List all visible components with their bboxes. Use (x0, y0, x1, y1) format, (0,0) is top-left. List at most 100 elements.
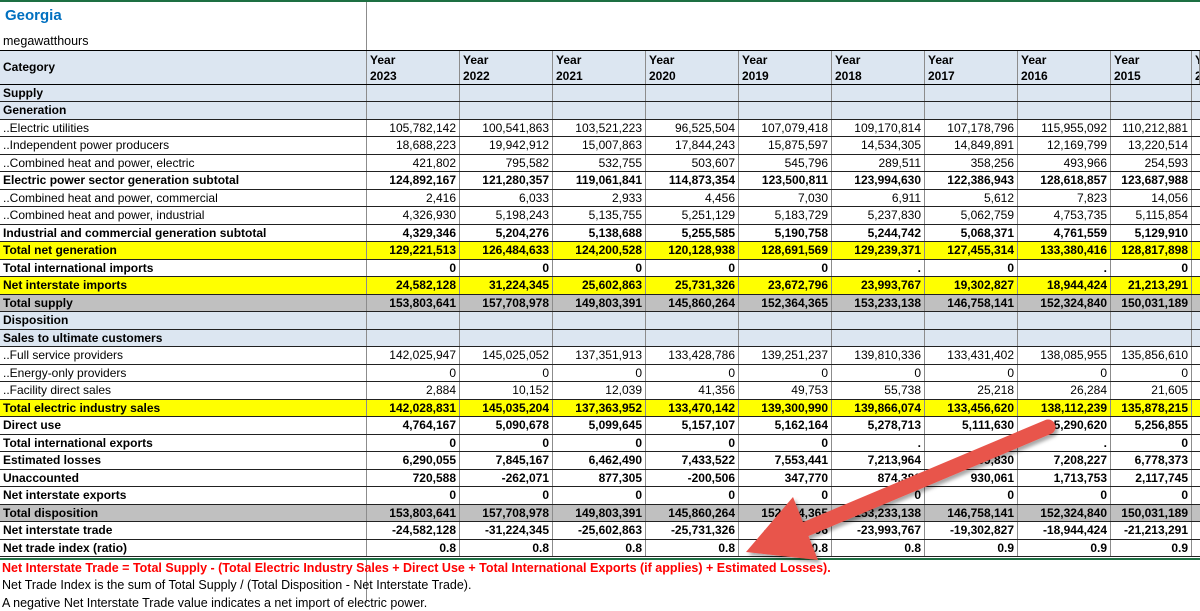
cell[interactable]: 15,007,863 (553, 137, 646, 154)
cell[interactable]: 133,456,620 (925, 399, 1018, 416)
cell[interactable]: 13,220,514 (1111, 137, 1192, 154)
cell[interactable]: 6,462,490 (553, 452, 646, 469)
cell[interactable]: 0 (925, 259, 1018, 276)
cell[interactable]: 7,208,227 (1018, 452, 1111, 469)
cell[interactable]: -19,302,827 (925, 522, 1018, 539)
cell[interactable]: 21,605 (1111, 382, 1192, 399)
cell[interactable]: 2,884 (367, 382, 460, 399)
row-label[interactable]: Net interstate exports (0, 487, 367, 504)
cell[interactable]: 123,500,811 (739, 172, 832, 189)
cell[interactable] (739, 312, 832, 329)
cell[interactable]: 23,993,767 (832, 277, 925, 294)
year-header-cell[interactable]: Year 2018 (832, 51, 925, 84)
row-label[interactable]: Net interstate imports (0, 277, 367, 294)
cell[interactable]: 0 (367, 259, 460, 276)
cell[interactable]: 0 (1018, 487, 1111, 504)
cell[interactable]: 153,803,641 (367, 294, 460, 311)
cell[interactable]: 0 (1111, 487, 1192, 504)
cell[interactable]: 0 (460, 259, 553, 276)
cell[interactable] (460, 329, 553, 346)
cell[interactable]: 0 (739, 487, 832, 504)
cell[interactable]: 25,731,326 (646, 277, 739, 294)
year-header-cell[interactable]: Year 2017 (925, 51, 1018, 84)
row-label[interactable]: Unaccounted (0, 469, 367, 486)
row-label[interactable]: Total international imports (0, 259, 367, 276)
cell[interactable]: -262,071 (460, 469, 553, 486)
cell[interactable]: 5,183,729 (739, 207, 832, 224)
row-label[interactable]: Supply (0, 84, 367, 101)
cell[interactable] (739, 84, 832, 101)
cell[interactable]: 145,860,264 (646, 504, 739, 521)
row-label[interactable]: Sales to ultimate customers (0, 329, 367, 346)
cell[interactable]: 2,416 (367, 189, 460, 206)
cell[interactable] (646, 102, 739, 119)
cell[interactable]: 7,213,964 (832, 452, 925, 469)
cell[interactable]: -23,993,767 (832, 522, 925, 539)
cell[interactable]: 5,251,129 (646, 207, 739, 224)
cell[interactable]: 2,117,745 (1111, 469, 1192, 486)
cell[interactable]: 0 (553, 364, 646, 381)
cell[interactable]: 0 (739, 259, 832, 276)
cell[interactable]: 26,284 (1018, 382, 1111, 399)
cell[interactable]: 114,873,354 (646, 172, 739, 189)
cell[interactable]: 145,035,204 (460, 399, 553, 416)
cell[interactable]: 5,157,107 (646, 417, 739, 434)
cell[interactable]: 129,221,513 (367, 242, 460, 259)
cell[interactable]: . (832, 434, 925, 451)
cell[interactable]: 0 (367, 364, 460, 381)
cell[interactable]: 0 (739, 434, 832, 451)
cell[interactable]: 157,708,978 (460, 504, 553, 521)
cell[interactable]: 0 (646, 487, 739, 504)
cell[interactable] (832, 329, 925, 346)
row-label[interactable]: ..Electric utilities (0, 119, 367, 136)
cell[interactable]: 21,213,291 (1111, 277, 1192, 294)
row-label[interactable]: Net interstate trade (0, 522, 367, 539)
cell[interactable] (553, 329, 646, 346)
cell[interactable]: -23,672,796 (739, 522, 832, 539)
cell[interactable]: 152,324,840 (1018, 504, 1111, 521)
cell[interactable]: 105,782,142 (367, 119, 460, 136)
cell[interactable]: 6,033 (460, 189, 553, 206)
cell[interactable]: 7,433,522 (646, 452, 739, 469)
cell[interactable]: 0.8 (460, 539, 553, 556)
cell[interactable]: 358,256 (925, 154, 1018, 171)
cell[interactable] (1018, 312, 1111, 329)
cell[interactable]: 123,994,630 (832, 172, 925, 189)
cell[interactable] (925, 84, 1018, 101)
row-label[interactable]: Generation (0, 102, 367, 119)
cell[interactable] (460, 84, 553, 101)
cell[interactable]: 150,031,189 (1111, 294, 1192, 311)
cell[interactable]: 5,198,243 (460, 207, 553, 224)
cell[interactable] (367, 329, 460, 346)
cell[interactable]: 7,030 (739, 189, 832, 206)
cell[interactable]: 0 (367, 434, 460, 451)
cell[interactable]: -18,944,424 (1018, 522, 1111, 539)
cell[interactable]: 5,255,585 (646, 224, 739, 241)
cell[interactable] (1018, 102, 1111, 119)
cell[interactable]: 138,085,955 (1018, 347, 1111, 364)
cell[interactable]: 5,162,164 (739, 417, 832, 434)
year-header-cell[interactable]: Year 2016 (1018, 51, 1111, 84)
cell[interactable]: 930,061 (925, 469, 1018, 486)
row-label[interactable]: Industrial and commercial generation sub… (0, 224, 367, 241)
cell[interactable]: 152,364,365 (739, 294, 832, 311)
cell[interactable]: -31,224,345 (460, 522, 553, 539)
cell[interactable]: 128,817,898 (1111, 242, 1192, 259)
cell[interactable]: 121,280,357 (460, 172, 553, 189)
cell[interactable]: 15,875,597 (739, 137, 832, 154)
row-label[interactable]: Electric power sector generation subtota… (0, 172, 367, 189)
cell[interactable]: . (832, 259, 925, 276)
cell[interactable]: 25,602,863 (553, 277, 646, 294)
cell[interactable]: 153,803,641 (367, 504, 460, 521)
cell[interactable]: 0 (646, 434, 739, 451)
cell[interactable] (367, 84, 460, 101)
cell[interactable]: 145,025,052 (460, 347, 553, 364)
cell[interactable]: 877,305 (553, 469, 646, 486)
cell[interactable]: 0 (832, 364, 925, 381)
cell[interactable] (925, 102, 1018, 119)
cell[interactable]: 133,431,402 (925, 347, 1018, 364)
row-label[interactable]: Total net generation (0, 242, 367, 259)
cell[interactable]: 5,138,688 (553, 224, 646, 241)
cell[interactable]: 137,363,952 (553, 399, 646, 416)
row-label[interactable]: Total disposition (0, 504, 367, 521)
